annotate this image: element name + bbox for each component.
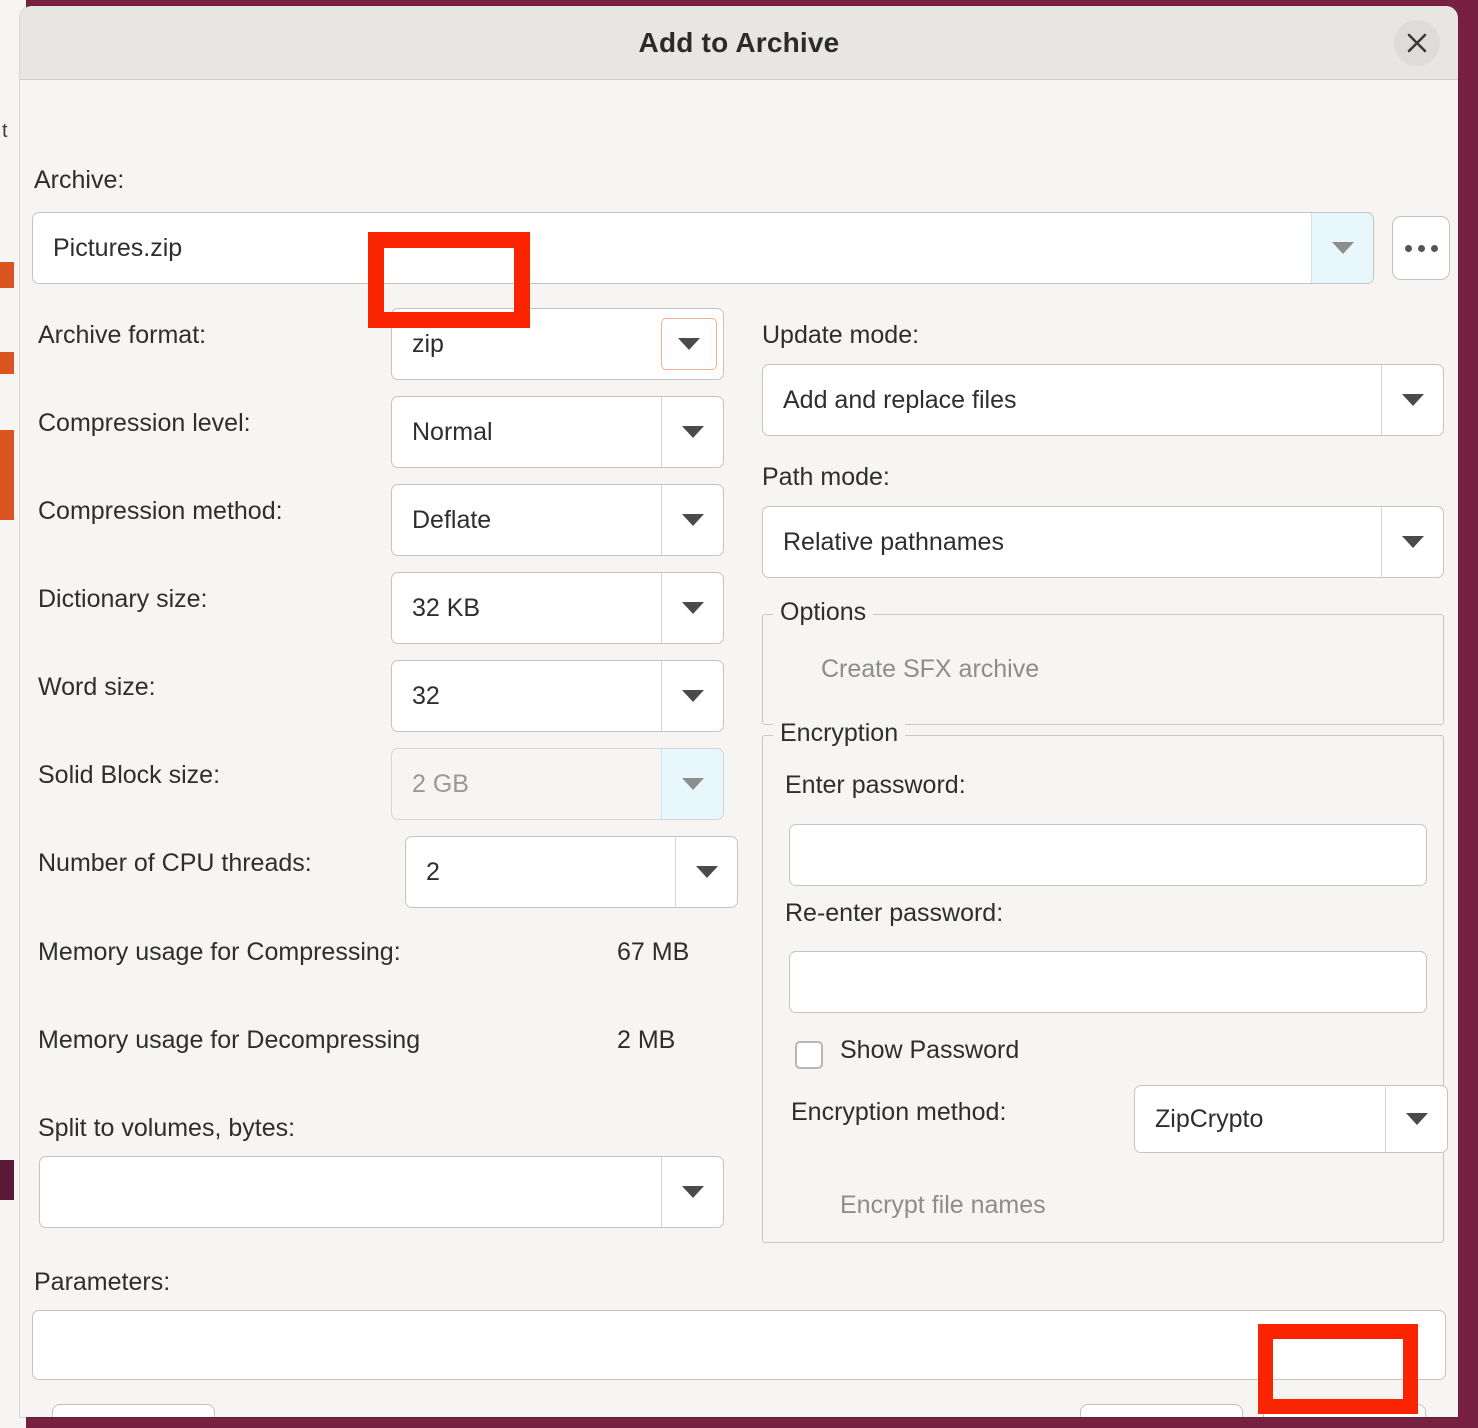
memory-decompressing-value: 2 MB xyxy=(617,1026,675,1055)
browse-archive-button[interactable] xyxy=(1392,216,1450,280)
archive-format-value: zip xyxy=(392,330,661,359)
word-size-value: 32 xyxy=(392,682,661,711)
chevron-down-icon[interactable] xyxy=(661,661,723,731)
close-icon[interactable] xyxy=(1394,20,1440,66)
create-sfx-archive-label: Create SFX archive xyxy=(821,655,1039,684)
chevron-down-icon[interactable] xyxy=(661,318,717,370)
cpu-threads-label: Number of CPU threads: xyxy=(38,849,312,878)
update-mode-label: Update mode: xyxy=(762,321,919,350)
chevron-down-icon[interactable] xyxy=(675,837,737,907)
background-icon-chip xyxy=(0,352,14,374)
encryption-method-label: Encryption method: xyxy=(791,1098,1006,1127)
path-mode-value: Relative pathnames xyxy=(763,528,1381,557)
archive-format-combo[interactable]: zip xyxy=(391,308,724,380)
chevron-down-icon[interactable] xyxy=(661,485,723,555)
archive-format-label: Archive format: xyxy=(38,321,206,350)
solid-block-size-label: Solid Block size: xyxy=(38,761,220,790)
memory-compressing-value: 67 MB xyxy=(617,938,689,967)
compression-level-combo[interactable]: Normal xyxy=(391,396,724,468)
dialog-titlebar: Add to Archive xyxy=(20,6,1458,80)
compression-method-label: Compression method: xyxy=(38,497,283,526)
ok-button[interactable]: OK xyxy=(1263,1404,1426,1417)
encryption-method-value: ZipCrypto xyxy=(1135,1105,1385,1134)
cpu-threads-combo[interactable]: 2 xyxy=(405,836,738,908)
chevron-down-icon[interactable] xyxy=(1385,1086,1447,1152)
background-icon-chip xyxy=(0,430,14,520)
options-group: Options Create SFX archive xyxy=(762,614,1444,725)
solid-block-size-combo: 2 GB xyxy=(391,748,724,820)
compression-level-label: Compression level: xyxy=(38,409,251,438)
encrypt-file-names-label: Encrypt file names xyxy=(840,1191,1046,1220)
reenter-password-label: Re-enter password: xyxy=(785,899,1003,928)
chevron-down-icon[interactable] xyxy=(1381,507,1443,577)
path-mode-combo[interactable]: Relative pathnames xyxy=(762,506,1444,578)
dialog-content: Archive: Pictures.zip Archive format: zi… xyxy=(20,80,1458,1417)
ellipsis-icon xyxy=(1431,245,1438,252)
update-mode-combo[interactable]: Add and replace files xyxy=(762,364,1444,436)
path-mode-label: Path mode: xyxy=(762,463,890,492)
chevron-down-icon xyxy=(661,749,723,819)
help-button[interactable]: Help xyxy=(52,1404,215,1417)
background-icon-chip xyxy=(0,262,14,288)
encryption-method-combo[interactable]: ZipCrypto xyxy=(1134,1085,1448,1153)
enter-password-input[interactable] xyxy=(789,824,1427,886)
parameters-input[interactable] xyxy=(32,1310,1446,1380)
background-icon-chip xyxy=(0,1160,14,1200)
dictionary-size-combo[interactable]: 32 KB xyxy=(391,572,724,644)
dictionary-size-value: 32 KB xyxy=(392,594,661,623)
update-mode-value: Add and replace files xyxy=(763,386,1381,415)
compression-method-value: Deflate xyxy=(392,506,661,535)
enter-password-label: Enter password: xyxy=(785,771,966,800)
word-size-combo[interactable]: 32 xyxy=(391,660,724,732)
archive-label: Archive: xyxy=(34,166,124,195)
compression-level-value: Normal xyxy=(392,418,661,447)
cancel-button[interactable]: Cancel xyxy=(1080,1404,1243,1417)
split-volumes-combo[interactable] xyxy=(39,1156,724,1228)
add-to-archive-dialog: Add to Archive Archive: Pictures.zip Arc… xyxy=(20,6,1458,1417)
compression-method-combo[interactable]: Deflate xyxy=(391,484,724,556)
chevron-down-icon[interactable] xyxy=(661,573,723,643)
show-password-checkbox[interactable] xyxy=(795,1041,823,1069)
dialog-title: Add to Archive xyxy=(639,27,840,59)
archive-path-value: Pictures.zip xyxy=(33,234,1311,263)
memory-compressing-label: Memory usage for Compressing: xyxy=(38,938,401,967)
split-volumes-label: Split to volumes, bytes: xyxy=(38,1114,295,1143)
chevron-down-icon[interactable] xyxy=(1381,365,1443,435)
encryption-group: Encryption Enter password: Re-enter pass… xyxy=(762,735,1444,1243)
options-group-legend: Options xyxy=(773,598,873,627)
archive-path-combo[interactable]: Pictures.zip xyxy=(32,212,1374,284)
solid-block-size-value: 2 GB xyxy=(392,770,661,799)
show-password-label[interactable]: Show Password xyxy=(840,1036,1019,1065)
ellipsis-icon xyxy=(1405,245,1412,252)
reenter-password-input[interactable] xyxy=(789,951,1427,1013)
encryption-group-legend: Encryption xyxy=(773,719,905,748)
cpu-threads-value: 2 xyxy=(406,858,675,887)
parameters-label: Parameters: xyxy=(34,1268,170,1297)
chevron-down-icon[interactable] xyxy=(661,1157,723,1227)
word-size-label: Word size: xyxy=(38,673,156,702)
dictionary-size-label: Dictionary size: xyxy=(38,585,208,614)
background-window-text: t xyxy=(2,120,8,143)
chevron-down-icon[interactable] xyxy=(661,397,723,467)
chevron-down-icon[interactable] xyxy=(1311,213,1373,283)
memory-decompressing-label: Memory usage for Decompressing xyxy=(38,1026,420,1055)
ellipsis-icon xyxy=(1418,245,1425,252)
